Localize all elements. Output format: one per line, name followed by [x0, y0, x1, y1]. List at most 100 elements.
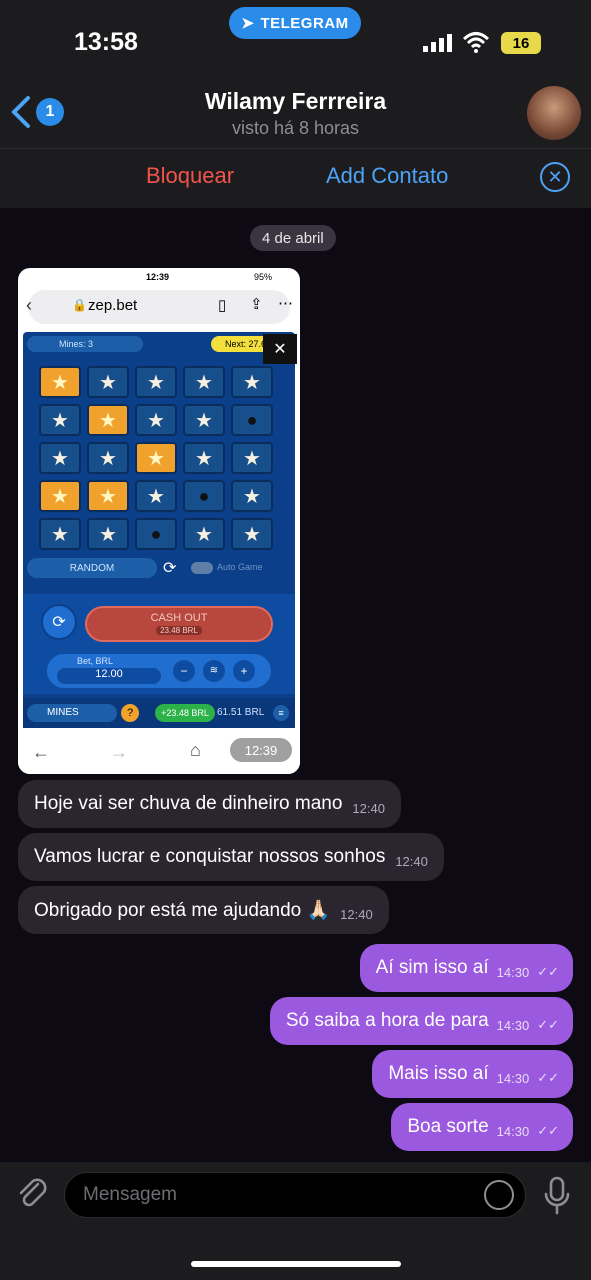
star-tile: ★ — [231, 366, 273, 398]
cellular-signal-icon — [423, 34, 452, 52]
message-outgoing[interactable]: Aí sim isso aí 14:30 ✓✓ — [359, 944, 573, 992]
message-time: 14:30 — [496, 1123, 530, 1139]
profit-badge: +23.48 BRL — [155, 704, 215, 722]
share-icon: ⇪ — [250, 296, 263, 313]
message-time: 14:30 — [496, 964, 530, 980]
home-icon: ⌂ — [190, 740, 201, 760]
menu-icon: ≡ — [273, 705, 289, 721]
cash-out-button: CASH OUT 23.48 BRL — [85, 606, 273, 642]
wifi-icon — [463, 32, 489, 53]
image-phone-status: 12:39 95% — [18, 268, 300, 288]
double-check-icon: ✓✓ — [537, 1123, 559, 1138]
message-outgoing[interactable]: Boa sorte 14:30 ✓✓ — [391, 1103, 573, 1151]
minus-icon: − — [173, 660, 195, 682]
message-text: Mais isso aí — [388, 1063, 489, 1084]
star-tile: ★ — [183, 404, 225, 436]
contact-name[interactable]: Wilamy Ferrreira — [0, 88, 591, 115]
star-tile: ★ — [87, 518, 129, 550]
home-indicator — [191, 1261, 401, 1267]
telegram-pill[interactable]: ➤ TELEGRAM — [229, 7, 361, 39]
message-time: 12:40 — [395, 853, 428, 869]
telegram-label: TELEGRAM — [260, 14, 349, 32]
image-url-bar: ‹ 🔒 zep.bet ▯ ⇪ ⋯ — [26, 290, 293, 324]
mines-count: Mines: 3 — [27, 336, 143, 352]
double-check-icon: ✓✓ — [537, 1017, 559, 1032]
block-button[interactable]: Bloquear — [146, 163, 234, 189]
star-tile: ★ — [87, 366, 129, 398]
message-text: Obrigado por está me ajudando 🙏🏻 — [34, 900, 331, 921]
mine-tile: ● — [135, 518, 177, 550]
microphone-icon[interactable] — [542, 1176, 572, 1216]
star-tile: ★ — [39, 442, 81, 474]
date-badge: 4 de abril — [250, 225, 336, 251]
image-message[interactable]: 12:39 95% ‹ 🔒 zep.bet ▯ ⇪ ⋯ Mines: 3 Nex… — [18, 268, 300, 774]
star-tile: ★ — [87, 404, 129, 436]
message-text: Vamos lucrar e conquistar nossos sonhos — [34, 846, 386, 867]
more-icon: ⋯ — [278, 295, 293, 312]
forward-arrow-icon: → — [110, 742, 128, 762]
message-incoming[interactable]: Hoje vai ser chuva de dinheiro mano 12:4… — [18, 780, 401, 828]
bet-panel: Bet, BRL 12.00 − ≋ + — [47, 654, 271, 688]
battery-indicator: 16 — [501, 32, 541, 54]
star-tile: ★ — [87, 442, 129, 474]
mine-tile: ● — [231, 404, 273, 436]
image-phone-time: 12:39 — [146, 272, 170, 282]
add-contact-button[interactable]: Add Contato — [326, 163, 448, 189]
image-phone-battery: 95% — [254, 272, 273, 282]
image-browser-nav: ← → ⌂ 12:39 — [18, 732, 300, 774]
lock-icon: 🔒 — [72, 298, 87, 312]
bookmark-icon: ▯ — [218, 297, 227, 314]
game-footer: MINES ? +23.48 BRL 61.51 BRL ≡ — [23, 698, 295, 728]
message-time: 12:40 — [340, 906, 373, 922]
status-time: 13:58 — [74, 28, 138, 56]
chevron-left-icon: ‹ — [26, 295, 32, 315]
last-seen: visto há 8 horas — [231, 118, 360, 138]
star-tile: ★ — [135, 404, 177, 436]
star-tile: ★ — [135, 442, 177, 474]
help-icon: ? — [121, 704, 139, 722]
message-text: Só saiba a hora de para — [285, 1010, 489, 1031]
star-tile: ★ — [231, 442, 273, 474]
avatar[interactable] — [527, 86, 581, 140]
close-icon[interactable]: ✕ — [540, 162, 570, 192]
message-outgoing[interactable]: Mais isso aí 14:30 ✓✓ — [372, 1050, 573, 1098]
double-check-icon: ✓✓ — [537, 1070, 559, 1085]
message-time: 12:40 — [352, 800, 385, 816]
star-tile: ★ — [39, 518, 81, 550]
star-tile: ★ — [183, 366, 225, 398]
refresh-icon: ⟳ — [163, 560, 177, 577]
coins-icon: ≋ — [203, 660, 225, 682]
mines-game: Mines: 3 Next: 27.62 ✕ ★ ★ ★ ★ ★ ★ ★ ★ ★ ● ★ ★ ★ ★ ★ ★ ★… — [23, 332, 297, 728]
mine-tile: ● — [183, 480, 225, 512]
game-select: MINES — [27, 704, 117, 722]
star-tile: ★ — [39, 404, 81, 436]
message-input[interactable]: Mensagem — [64, 1172, 526, 1218]
contact-action-bar — [0, 148, 591, 208]
star-tile: ★ — [135, 366, 177, 398]
auto-game-toggle — [191, 562, 213, 574]
message-time: 14:30 — [496, 1070, 530, 1086]
star-tile: ★ — [39, 480, 81, 512]
star-tile: ★ — [39, 366, 81, 398]
star-tile: ★ — [183, 518, 225, 550]
star-tile: ★ — [231, 480, 273, 512]
sticker-icon[interactable] — [484, 1180, 514, 1210]
message-text: Hoje vai ser chuva de dinheiro mano — [34, 793, 343, 814]
image-url: zep.bet — [88, 297, 138, 314]
message-incoming[interactable]: Obrigado por está me ajudando 🙏🏻 12:40 — [18, 886, 389, 934]
bet-label: Bet, BRL — [77, 656, 114, 666]
message-time: 14:30 — [496, 1017, 530, 1033]
double-check-icon: ✓✓ — [537, 964, 559, 979]
message-outgoing[interactable]: Só saiba a hora de para 14:30 ✓✓ — [269, 997, 573, 1045]
attach-icon[interactable] — [14, 1176, 50, 1212]
balance: 61.51 BRL — [217, 707, 265, 718]
close-icon: ✕ — [263, 334, 297, 364]
replay-icon: ⟳ — [41, 604, 77, 640]
auto-game-label: Auto Game — [217, 562, 263, 572]
message-incoming[interactable]: Vamos lucrar e conquistar nossos sonhos … — [18, 833, 444, 881]
star-tile: ★ — [231, 518, 273, 550]
cash-out-amount: 23.48 BRL — [156, 626, 202, 635]
star-tile: ★ — [183, 442, 225, 474]
back-arrow-icon: ← — [32, 742, 50, 762]
cash-out-label: CASH OUT — [150, 612, 208, 624]
